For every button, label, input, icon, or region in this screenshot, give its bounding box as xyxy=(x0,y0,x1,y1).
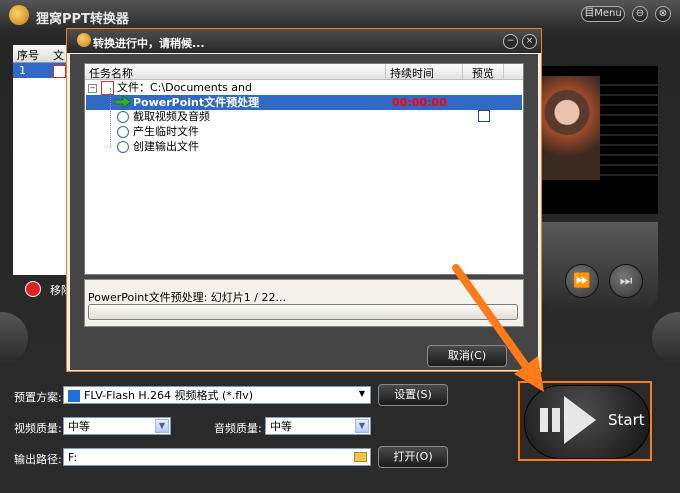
preset-value: FLV-Flash H.264 视频格式 (*.flv) xyxy=(84,389,254,402)
video-quality-label: 视频质量: xyxy=(14,422,62,435)
cancel-button[interactable]: 取消(C) xyxy=(427,345,507,367)
clock-icon xyxy=(117,126,129,138)
progress-bar xyxy=(88,304,518,320)
app-logo-icon xyxy=(9,5,29,25)
output-path-value: F: xyxy=(68,451,78,464)
audio-quality-label: 音频质量: xyxy=(214,422,262,435)
chevron-down-icon[interactable]: ▼ xyxy=(355,388,369,402)
player-controls-panel xyxy=(540,222,658,312)
preset-label: 预置方案: xyxy=(14,391,62,404)
dialog-minimize-button[interactable]: − xyxy=(503,34,518,49)
column-index: 序号 xyxy=(17,49,39,62)
start-label: Start xyxy=(608,411,645,429)
folder-icon[interactable] xyxy=(354,452,367,462)
fast-forward-button[interactable]: ⏩ xyxy=(565,264,599,298)
remove-icon[interactable] xyxy=(25,281,41,297)
output-path-label: 输出路径: xyxy=(14,453,62,466)
column-divider xyxy=(503,64,504,79)
video-quality-value: 中等 xyxy=(68,420,90,433)
flv-format-icon xyxy=(68,390,80,402)
task-label[interactable]: 截取视频及音频 xyxy=(133,109,210,124)
dialog-logo-icon xyxy=(77,33,91,47)
chevron-down-icon[interactable]: ▼ xyxy=(155,419,169,433)
file-list[interactable] xyxy=(13,45,73,275)
dialog-title: 转换进行中，请稍候... xyxy=(93,37,205,50)
app-title: 狸窝PPT转换器 xyxy=(36,12,129,27)
close-button[interactable]: ⊗ xyxy=(655,6,671,22)
column-file: 文 xyxy=(53,49,64,62)
collapse-icon[interactable]: − xyxy=(88,83,97,93)
column-duration: 持续时间 xyxy=(390,67,434,80)
output-path-field[interactable]: F: xyxy=(63,448,371,466)
file-list-row[interactable]: 1 xyxy=(13,63,73,78)
menu-button[interactable]: 目Menu xyxy=(581,6,625,22)
task-list-header: 任务名称 持续时间 预览 xyxy=(85,64,523,80)
column-task-name: 任务名称 xyxy=(89,67,133,80)
chevron-down-icon[interactable]: ▼ xyxy=(355,419,369,433)
tree-line xyxy=(110,88,112,148)
file-list-header: 序号 文 xyxy=(13,45,73,63)
filmstrip-decoration xyxy=(600,76,658,180)
column-divider xyxy=(462,64,463,79)
title-bar: 狸窝PPT转换器 目Menu ⊖ ⊗ xyxy=(0,0,680,30)
clock-icon xyxy=(117,141,129,153)
column-preview: 预览 xyxy=(472,67,494,80)
audio-quality-select[interactable]: 中等 ▼ xyxy=(265,417,371,435)
row-index: 1 xyxy=(19,64,26,77)
task-file-row[interactable]: − 文件：C:\Documents and Settings\Administr… xyxy=(88,80,388,109)
column-divider xyxy=(385,64,386,79)
task-duration: 00:00:00 xyxy=(392,96,447,109)
status-text: PowerPoint文件预处理: 幻灯片1 / 22... xyxy=(88,291,286,304)
preview-thumbnail xyxy=(540,76,600,180)
task-label[interactable]: 创建输出文件 xyxy=(133,139,199,154)
ppt-file-icon xyxy=(53,65,66,78)
preview-checkbox[interactable] xyxy=(478,110,490,122)
arrow-right-icon xyxy=(115,96,131,108)
clock-icon xyxy=(117,111,129,123)
next-button[interactable]: ⏭ xyxy=(609,264,643,298)
minimize-button[interactable]: ⊖ xyxy=(632,6,648,22)
task-label: PowerPoint文件预处理 xyxy=(133,96,260,109)
audio-quality-value: 中等 xyxy=(270,420,292,433)
dialog-close-button[interactable]: × xyxy=(522,34,537,49)
open-button[interactable]: 打开(O) xyxy=(378,446,448,468)
start-arrow-icon xyxy=(540,396,596,444)
settings-button[interactable]: 设置(S) xyxy=(378,384,448,406)
task-label[interactable]: 产生临时文件 xyxy=(133,124,199,139)
preset-select[interactable]: FLV-Flash H.264 视频格式 (*.flv) ▼ xyxy=(63,386,371,404)
video-quality-select[interactable]: 中等 ▼ xyxy=(63,417,171,435)
